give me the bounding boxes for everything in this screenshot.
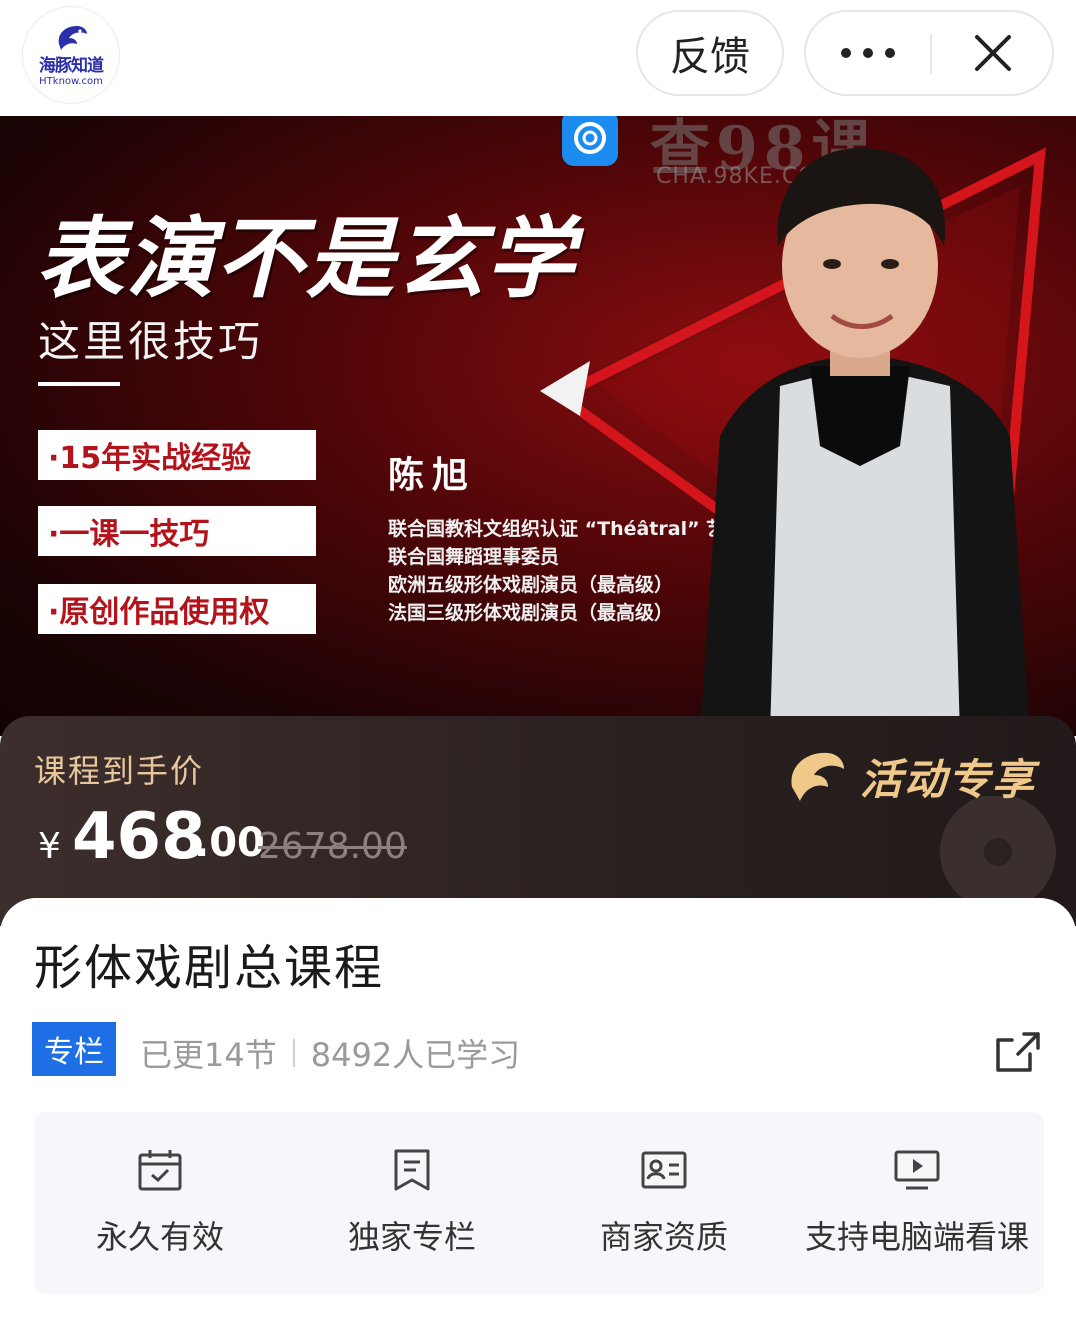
dot-icon: [885, 48, 895, 58]
feature-panel: 永久有效 独家专栏 商家资质 支持电脑端看课: [34, 1112, 1044, 1294]
logo-domain: HTknow.com: [39, 76, 103, 87]
column-tag: 专栏: [32, 1022, 116, 1076]
share-icon[interactable]: [994, 1028, 1044, 1074]
promo-badge: 活动专享: [786, 746, 1036, 807]
banner-title: 表演不是玄学: [36, 207, 577, 310]
id-card-icon: [641, 1151, 687, 1189]
course-meta: 已更14节 8492人已学习: [140, 1030, 520, 1076]
price-integer: 468: [72, 800, 206, 874]
update-count: 已更14节: [140, 1036, 277, 1074]
banner-feature: ·15年实战经验: [38, 430, 316, 480]
feature-label: 独家专栏: [347, 1218, 476, 1256]
banner-subtitle: 这里很技巧: [38, 317, 264, 366]
banner-feature: ·一课一技巧: [38, 506, 316, 556]
teacher-name: 陈旭: [388, 455, 477, 496]
teacher-credential: 联合国舞蹈理事委员: [388, 546, 560, 568]
feature-label: 商家资质: [599, 1218, 728, 1256]
dolphin-icon: [791, 752, 844, 801]
feature-label: 支持电脑端看课: [804, 1218, 1029, 1256]
currency-symbol: ¥: [38, 826, 61, 867]
banner-feature: ·原创作品使用权: [38, 584, 316, 634]
course-banner[interactable]: 查98课 CHA.98KE.COM 表演不是玄学 这里很技巧 ·15年实战经验 …: [0, 116, 1076, 736]
course-page: 海豚知道 HTknow.com 反馈 查98课 CHA.98KE.COM 表演不…: [0, 0, 1076, 1336]
calendar-check-icon: [138, 1150, 182, 1191]
promo-text: 活动专享: [860, 755, 1037, 804]
course-info-card: 形体戏剧总课程 专栏 已更14节 8492人已学习 永久有效 独家专栏 商家资质…: [0, 898, 1076, 1336]
top-bar: 海豚知道 HTknow.com 反馈: [0, 0, 1076, 116]
feature-permanent[interactable]: 永久有效: [34, 1112, 286, 1294]
document-icon: [394, 1149, 430, 1191]
monitor-play-icon: [894, 1150, 940, 1190]
meta-divider: [292, 1039, 295, 1067]
feature-desktop[interactable]: 支持电脑端看课: [790, 1112, 1044, 1294]
dot-icon: [863, 48, 873, 58]
learner-count: 8492人已学习: [310, 1036, 521, 1074]
banner-divider: [38, 382, 120, 386]
feedback-button[interactable]: 反馈: [636, 10, 784, 96]
more-button[interactable]: [806, 12, 930, 94]
brand-logo[interactable]: 海豚知道 HTknow.com: [22, 6, 120, 104]
close-icon: [975, 35, 1011, 71]
teacher-credential: 欧洲五级形体戏剧演员（最高级）: [388, 574, 674, 596]
price-bar: 课程到手价 ¥ 468 .00 2678.00 活动专享: [0, 716, 1076, 926]
logo-text: 海豚知道: [39, 56, 104, 76]
feature-merchant[interactable]: 商家资质: [538, 1112, 790, 1294]
original-price: 2678.00: [258, 826, 407, 867]
price-label: 课程到手价: [34, 752, 205, 790]
dot-icon: [841, 48, 851, 58]
teacher-credential: 法国三级形体戏剧演员（最高级）: [388, 602, 674, 624]
close-button[interactable]: [932, 12, 1054, 94]
price-decimal: .00: [194, 820, 265, 866]
watermark-logo-icon: [562, 116, 618, 166]
menu-capsule: [804, 10, 1054, 96]
feature-label: 永久有效: [95, 1218, 224, 1256]
dolphin-icon: [58, 26, 87, 50]
teacher-photo: [700, 147, 1030, 736]
feature-exclusive[interactable]: 独家专栏: [286, 1112, 538, 1294]
course-title: 形体戏剧总课程: [34, 940, 385, 996]
